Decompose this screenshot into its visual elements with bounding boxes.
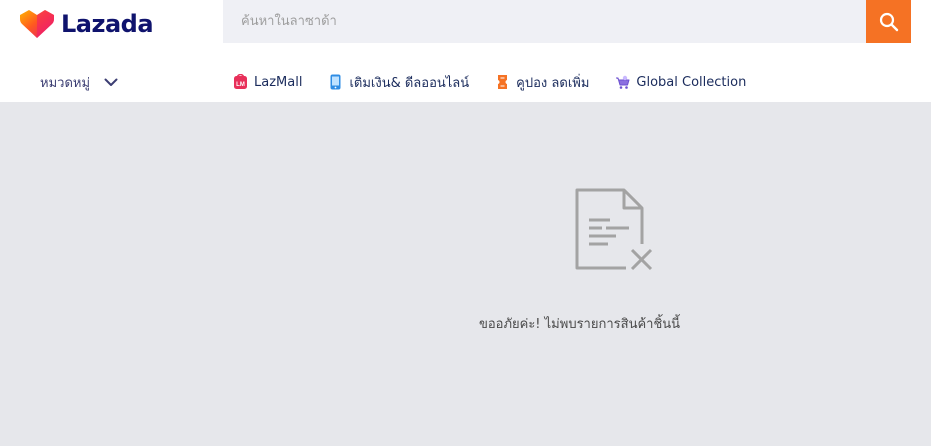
- coupon-icon: [498, 75, 508, 89]
- nav-link-label: LazMall: [254, 74, 303, 90]
- search-bar: [223, 0, 911, 43]
- header: Lazada หมวดหมู่ LM LazMall: [0, 0, 931, 102]
- empty-state-message: ขออภัยค่ะ! ไม่พบรายการสินค้าชิ้นนี้: [478, 317, 681, 332]
- svg-text:LM: LM: [236, 82, 245, 88]
- lazada-heart-logo-icon: [20, 10, 54, 38]
- lazada-wordmark: Lazada: [61, 10, 154, 38]
- nav-link-label: Global Collection: [636, 74, 747, 90]
- nav-link-label: เติมเงิน& ดีลออนไลน์: [349, 75, 470, 91]
- nav-links: LM LazMall เติมเงิน& ดีลออนไลน์ คูปอง ลด…: [233, 70, 772, 94]
- no-results-document-icon: [575, 188, 654, 276]
- nav-link-coupon[interactable]: คูปอง ลดเพิ่ม: [495, 70, 589, 94]
- category-menu[interactable]: หมวดหมู่: [40, 72, 118, 93]
- search-icon: [879, 12, 898, 31]
- nav-link-topup[interactable]: เติมเงิน& ดีลออนไลน์: [328, 70, 469, 94]
- nav-link-global-collection[interactable]: Global Collection: [615, 70, 746, 94]
- mobile-topup-icon: [330, 74, 341, 90]
- search-input[interactable]: [223, 0, 866, 43]
- category-label: หมวดหมู่: [40, 76, 91, 91]
- lazada-logo[interactable]: Lazada: [20, 9, 154, 39]
- chevron-down-icon: [104, 78, 118, 86]
- nav-link-lazmall[interactable]: LM LazMall: [233, 70, 302, 94]
- search-button[interactable]: [866, 0, 911, 43]
- nav-link-label: คูปอง ลดเพิ่ม: [516, 75, 590, 91]
- lazmall-icon: LM: [234, 74, 247, 89]
- top-navigation: หมวดหมู่ LM LazMall เติมเงิน& ดีลออนไลน์…: [0, 70, 931, 94]
- empty-results-area: ขออภัยค่ะ! ไม่พบรายการสินค้าชิ้นนี้: [0, 102, 931, 446]
- global-collection-icon: [616, 75, 630, 89]
